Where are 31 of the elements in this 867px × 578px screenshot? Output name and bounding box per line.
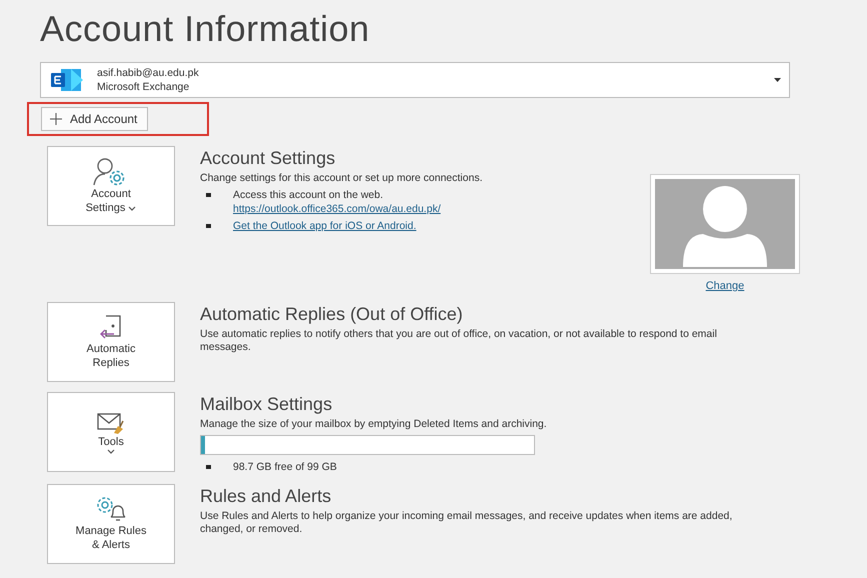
tile-button[interactable]: Tools — [47, 392, 175, 472]
chevron-down-icon — [128, 206, 136, 211]
section-title: Rules and Alerts — [200, 486, 332, 507]
section-description: Use automatic replies to notify others that you are out of office, on vacation, or not available to respond to email messages. — [200, 328, 718, 354]
tile-button[interactable]: Account Settings — [47, 146, 175, 226]
section-title: Account Settings — [200, 148, 336, 169]
account-type: Microsoft Exchange — [97, 80, 190, 94]
bullet-text: 98.7 GB free of 99 GB — [233, 460, 337, 474]
account-dropdown[interactable]: asif.habib@au.edu.pk Microsoft Exchange — [40, 62, 790, 98]
page-title: Account Information — [40, 8, 371, 50]
link[interactable]: Get the Outlook app for iOS or Android. — [233, 219, 416, 233]
dropdown-arrow-icon — [774, 78, 781, 82]
chevron-down-icon — [107, 448, 115, 454]
bullet-icon — [206, 193, 211, 197]
envelope-broom-icon — [96, 410, 126, 434]
exchange-logo-icon — [51, 69, 83, 91]
section-title: Mailbox Settings — [200, 394, 334, 415]
plus-icon — [50, 113, 62, 125]
section-description: Manage the size of your mailbox by emptying Deleted Items and archiving. — [200, 418, 548, 431]
change-photo-link[interactable]: Change — [706, 280, 744, 292]
tile-button[interactable]: Manage Rules & Alerts — [47, 484, 175, 564]
bullet-icon — [206, 224, 211, 228]
link[interactable]: https://outlook.office365.com/owa/au.edu.pk/ — [233, 202, 441, 216]
bullet-icon — [206, 465, 211, 469]
section-description: Use Rules and Alerts to help organize your incoming email messages, and receive updates when items are added, changed, or removed. — [200, 510, 734, 536]
account-email: asif.habib@au.edu.pk — [97, 66, 200, 80]
section-title: Automatic Replies (Out of Office) — [200, 304, 464, 325]
add-account-button[interactable]: Add Account — [41, 107, 148, 131]
bullet-text: Access this account on the web. — [233, 188, 384, 202]
tile-button[interactable]: Automatic Replies — [47, 302, 175, 382]
section-description: Change settings for this account or set up more connections. — [200, 172, 484, 185]
